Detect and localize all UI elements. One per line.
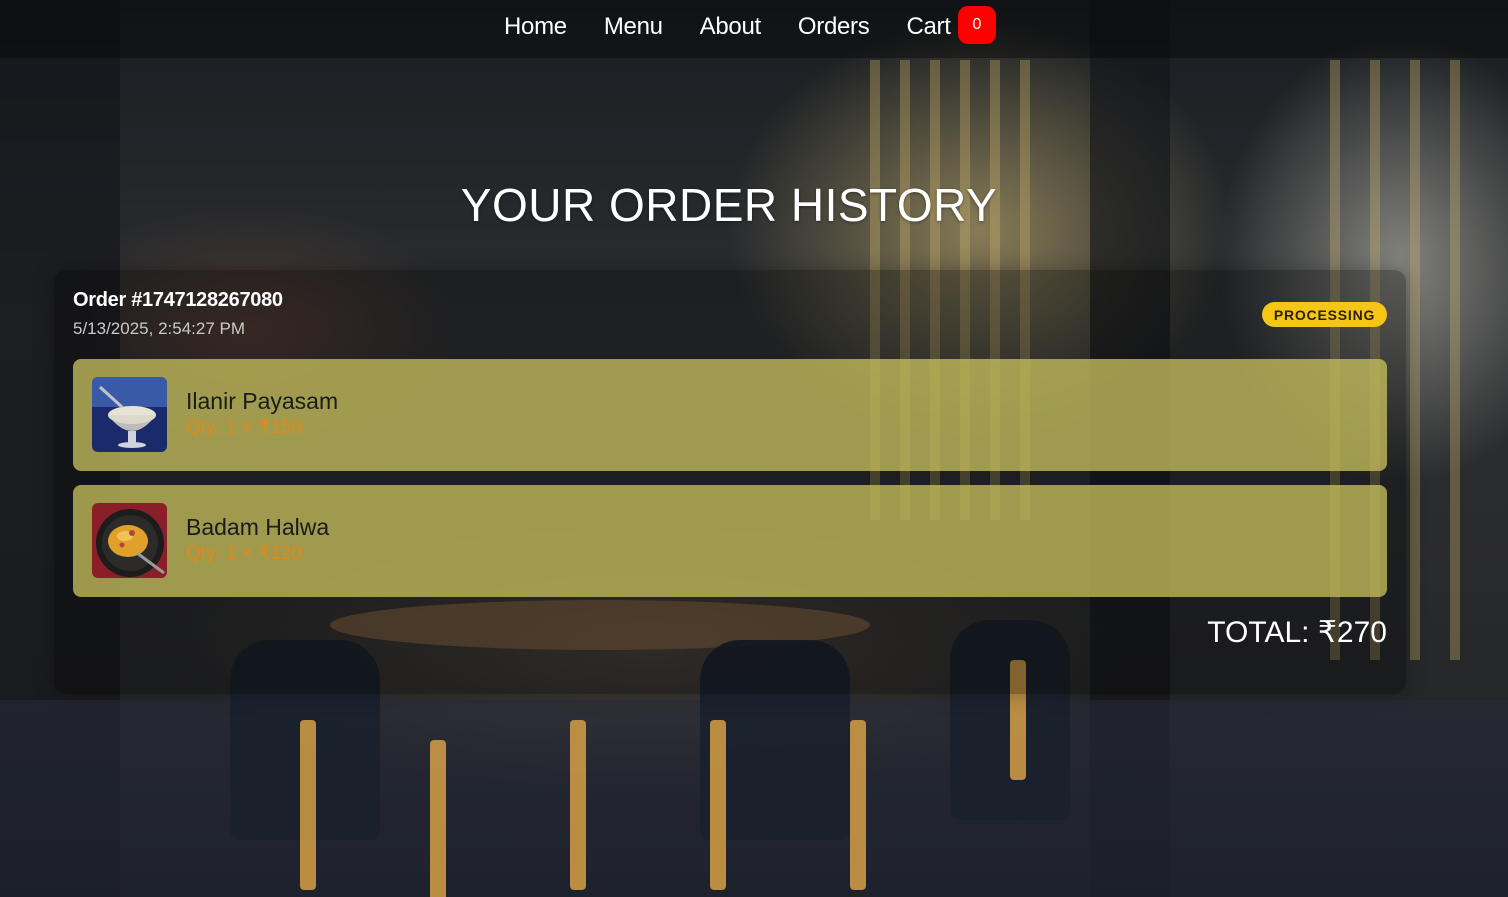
nav-home-link[interactable]: Home — [504, 13, 567, 41]
top-navigation: Home Menu About Orders Cart 0 — [0, 0, 1508, 58]
item-quantity-price: Qty: 1 × ₹120 — [186, 543, 303, 564]
nav-links: Home Menu About Orders Cart — [504, 0, 951, 54]
order-total: TOTAL: ₹270 — [1207, 616, 1387, 649]
background-chair-leg — [850, 720, 866, 890]
background-slat — [1450, 60, 1460, 660]
background-slat — [1410, 60, 1420, 660]
background-chair-leg — [710, 720, 726, 890]
status-badge: PROCESSING — [1262, 302, 1387, 327]
order-card: Order #1747128267080 5/13/2025, 2:54:27 … — [54, 270, 1406, 694]
nav-menu-link[interactable]: Menu — [604, 13, 663, 41]
nav-about-link[interactable]: About — [700, 13, 762, 41]
order-item: Ilanir Payasam Qty: 1 × ₹150 — [73, 359, 1387, 471]
background-chair-leg — [300, 720, 316, 890]
order-id: Order #1747128267080 — [73, 289, 283, 311]
nav-cart-link[interactable]: Cart — [906, 13, 950, 41]
item-name: Badam Halwa — [186, 514, 330, 540]
order-date: 5/13/2025, 2:54:27 PM — [73, 319, 246, 338]
payasam-dessert-image — [92, 377, 167, 452]
item-name: Ilanir Payasam — [186, 388, 339, 414]
background-chair-leg — [430, 740, 446, 897]
item-quantity-price: Qty: 1 × ₹150 — [186, 417, 303, 438]
cart-count-badge: 0 — [958, 6, 996, 44]
background-chair-leg — [570, 720, 586, 890]
order-item: Badam Halwa Qty: 1 × ₹120 — [73, 485, 1387, 597]
nav-orders-link[interactable]: Orders — [798, 13, 870, 41]
page-title: YOUR ORDER HISTORY — [460, 179, 998, 231]
halwa-dessert-image — [92, 503, 167, 578]
